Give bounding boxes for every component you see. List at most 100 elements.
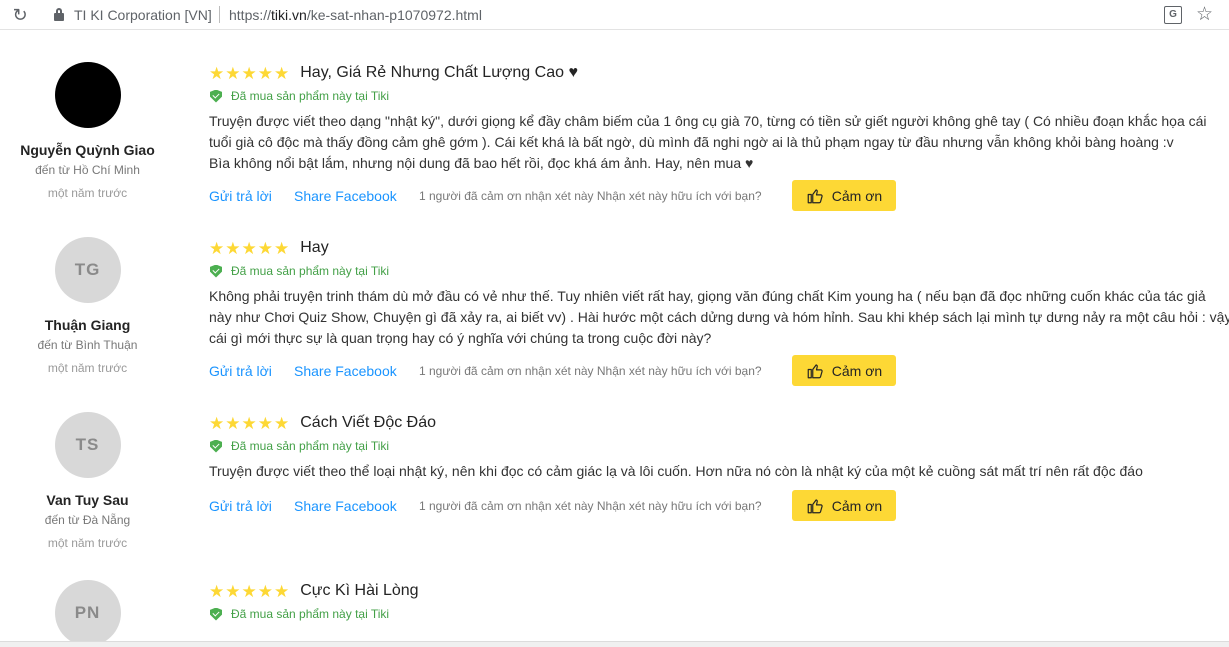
url-path: /ke-sat-nhan-p1070972.html bbox=[306, 7, 482, 23]
thanks-button[interactable]: Cảm ơn bbox=[792, 490, 896, 521]
author-name: Van Tuy Sau bbox=[46, 492, 129, 508]
share-facebook-link[interactable]: Share Facebook bbox=[294, 498, 419, 514]
shield-check-icon bbox=[210, 89, 222, 103]
review-title: Cách Viết Độc Đáo bbox=[300, 414, 437, 431]
star-icon: ★ bbox=[241, 413, 257, 433]
review-body: Không phải truyện trinh thám dù mở đầu c… bbox=[209, 286, 1229, 349]
horizontal-scrollbar[interactable] bbox=[0, 641, 1229, 647]
thanks-button-label: Cảm ơn bbox=[831, 362, 883, 379]
thumbs-up-icon bbox=[807, 363, 823, 378]
star-icon: ★ bbox=[257, 413, 273, 433]
review-body: Truyện được viết theo thể loại nhật ký, … bbox=[209, 461, 1209, 482]
review-content: ★ ★ ★ ★ ★ Cách Viết Độc Đáo Đã mua sản phẩm … bbox=[209, 412, 1209, 521]
star-icon: ★ bbox=[209, 238, 225, 258]
reload-icon[interactable]: ↻ bbox=[10, 5, 30, 25]
thanks-count: 1 người đã cảm ơn nhận xét này Nhận xét … bbox=[419, 188, 762, 203]
review-body-line: Truyện được viết theo thể loại nhật ký, … bbox=[209, 463, 1143, 479]
star-icon: ★ bbox=[209, 581, 225, 601]
thanks-button-label: Cảm ơn bbox=[831, 497, 883, 514]
translate-icon[interactable]: G bbox=[1164, 6, 1182, 24]
review-title: Cực Kì Hài Lòng bbox=[300, 582, 419, 599]
verified-label: Đã mua sản phẩm này tại Tiki bbox=[231, 607, 390, 621]
reply-link[interactable]: Gửi trả lời bbox=[209, 363, 294, 379]
star-icon: ★ bbox=[257, 63, 273, 83]
star-icon: ★ bbox=[241, 581, 257, 601]
reviews-page: Nguyễn Quỳnh Giao đến từ Hồ Chí Minh một… bbox=[0, 31, 1229, 646]
verified-label: Đã mua sản phẩm này tại Tiki bbox=[231, 439, 390, 453]
review-actions: Gửi trả lời Share Facebook 1 người đã cả… bbox=[209, 180, 896, 211]
star-icon: ★ bbox=[241, 238, 257, 258]
review-content: ★ ★ ★ ★ ★ Hay Đã mua sản phẩm này tại Tiki K… bbox=[209, 237, 1229, 386]
thumbs-up-icon bbox=[807, 498, 823, 513]
rating-stars: ★ ★ ★ ★ ★ bbox=[209, 583, 289, 600]
review-body-line: cái gì mới thực sự là quan trọng hay có … bbox=[209, 330, 712, 346]
thanks-button[interactable]: Cảm ơn bbox=[792, 355, 896, 386]
author-name: Thuận Giang bbox=[44, 317, 131, 333]
star-icon: ★ bbox=[225, 413, 241, 433]
star-icon: ★ bbox=[225, 581, 241, 601]
star-icon: ★ bbox=[209, 413, 225, 433]
review-date: một năm trước bbox=[47, 536, 128, 550]
star-icon: ★ bbox=[274, 413, 290, 433]
star-icon: ★ bbox=[274, 63, 290, 83]
review-body: Truyện được viết theo dạng "nhật ký", dư… bbox=[209, 111, 1209, 174]
star-icon: ★ bbox=[225, 238, 241, 258]
star-icon: ★ bbox=[225, 63, 241, 83]
thanks-count: 1 người đã cảm ơn nhận xét này Nhận xét … bbox=[419, 363, 762, 378]
share-facebook-link[interactable]: Share Facebook bbox=[294, 188, 419, 204]
verified-purchase: Đã mua sản phẩm này tại Tiki bbox=[209, 263, 1209, 279]
address-separator bbox=[219, 6, 220, 23]
thanks-count: 1 người đã cảm ơn nhận xét này Nhận xét … bbox=[419, 498, 762, 513]
review-actions: Gửi trả lời Share Facebook 1 người đã cả… bbox=[209, 490, 896, 521]
url-field[interactable]: https://tiki.vn/ke-sat-nhan-p1070972.htm… bbox=[229, 7, 482, 23]
bookmark-star-icon[interactable]: ☆ bbox=[1196, 3, 1213, 26]
avatar: TS bbox=[54, 412, 121, 478]
author-location: đến từ Bình Thuận bbox=[37, 338, 138, 352]
verified-purchase: Đã mua sản phẩm này tại Tiki bbox=[209, 606, 1209, 622]
thanks-button[interactable]: Cảm ơn bbox=[792, 180, 896, 211]
reply-link[interactable]: Gửi trả lời bbox=[209, 498, 294, 514]
review-body-line: này như Chơi Quiz Show, Chuyện gì đã xảy… bbox=[209, 309, 1229, 325]
avatar: TG bbox=[54, 237, 121, 303]
verified-purchase: Đã mua sản phẩm này tại Tiki bbox=[209, 438, 1209, 454]
rating-stars: ★ ★ ★ ★ ★ bbox=[209, 65, 289, 82]
review-date: một năm trước bbox=[47, 361, 128, 375]
shield-check-icon bbox=[210, 439, 222, 453]
review-author: Nguyễn Quỳnh Giao đến từ Hồ Chí Minh một… bbox=[0, 62, 175, 200]
site-identity[interactable]: TI KI Corporation [VN] bbox=[74, 7, 212, 23]
review-actions: Gửi trả lời Share Facebook 1 người đã cả… bbox=[209, 355, 896, 386]
review-author: PN bbox=[0, 580, 175, 646]
star-icon: ★ bbox=[257, 238, 273, 258]
review-body-line: Truyện được viết theo dạng "nhật ký", dư… bbox=[209, 113, 1207, 129]
star-icon: ★ bbox=[241, 63, 257, 83]
lock-icon[interactable] bbox=[54, 8, 64, 21]
url-scheme: https:// bbox=[229, 7, 272, 23]
avatar bbox=[54, 62, 121, 128]
shield-check-icon bbox=[210, 264, 222, 278]
review-body-line: tuổi già cô độc mà thấy đồng cảm ghê gớm… bbox=[209, 134, 1174, 150]
star-icon: ★ bbox=[274, 238, 290, 258]
rating-stars: ★ ★ ★ ★ ★ bbox=[209, 415, 289, 432]
review-content: ★ ★ ★ ★ ★ Hay, Giá Rẻ Nhưng Chất Lượng Cao ♥… bbox=[209, 62, 1209, 211]
verified-label: Đã mua sản phẩm này tại Tiki bbox=[231, 264, 390, 278]
review-title: Hay, Giá Rẻ Nhưng Chất Lượng Cao ♥ bbox=[300, 64, 578, 81]
share-facebook-link[interactable]: Share Facebook bbox=[294, 363, 419, 379]
review-author: TG Thuận Giang đến từ Bình Thuận một năm… bbox=[0, 237, 175, 375]
avatar: PN bbox=[54, 580, 121, 646]
author-location: đến từ Đà Nẵng bbox=[44, 513, 131, 527]
star-icon: ★ bbox=[209, 63, 225, 83]
verified-label: Đã mua sản phẩm này tại Tiki bbox=[231, 89, 390, 103]
reply-link[interactable]: Gửi trả lời bbox=[209, 188, 294, 204]
url-host: tiki.vn bbox=[271, 7, 307, 23]
thanks-button-label: Cảm ơn bbox=[831, 187, 883, 204]
review-date: một năm trước bbox=[47, 186, 128, 200]
review-body-line: Bìa không nổi bật lắm, nhưng nội dung đã… bbox=[209, 155, 754, 171]
review-author: TS Van Tuy Sau đến từ Đà Nẵng một năm tr… bbox=[0, 412, 175, 550]
shield-check-icon bbox=[210, 607, 222, 621]
review-title: Hay bbox=[300, 239, 329, 256]
browser-address-bar: ↻ TI KI Corporation [VN] https://tiki.vn… bbox=[0, 0, 1229, 30]
review-content: ★ ★ ★ ★ ★ Cực Kì Hài Lòng Đã mua sản phẩm nà… bbox=[209, 580, 1209, 622]
rating-stars: ★ ★ ★ ★ ★ bbox=[209, 240, 289, 257]
verified-purchase: Đã mua sản phẩm này tại Tiki bbox=[209, 88, 1209, 104]
review-body-line: Không phải truyện trinh thám dù mở đầu c… bbox=[209, 288, 1206, 304]
